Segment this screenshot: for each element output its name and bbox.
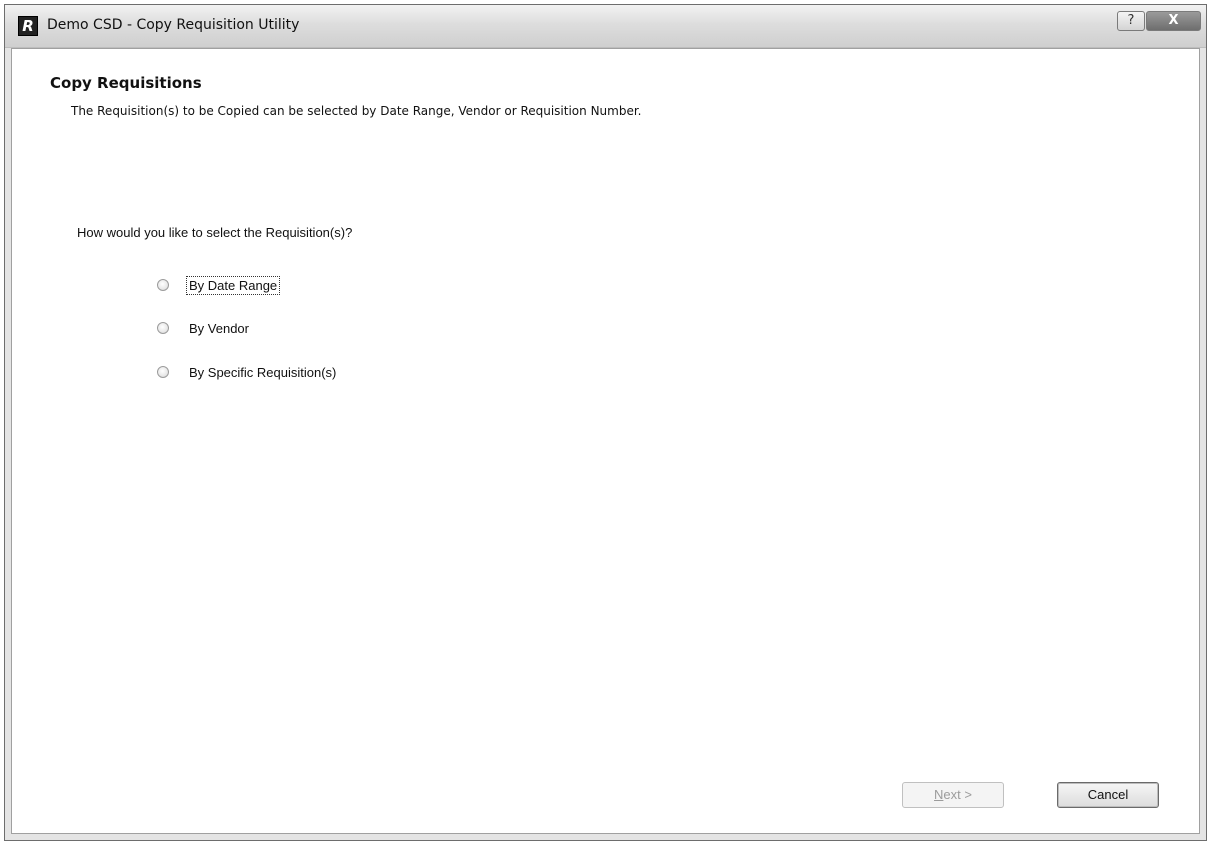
cancel-button[interactable]: Cancel — [1057, 782, 1159, 808]
radio-label-date-range[interactable]: By Date Range — [185, 275, 281, 295]
selection-question: How would you like to select the Requisi… — [77, 225, 353, 240]
radio-button-icon[interactable] — [157, 366, 169, 378]
radio-label-specific-requisitions[interactable]: By Specific Requisition(s) — [187, 364, 338, 381]
close-button[interactable]: X — [1146, 11, 1201, 31]
dialog-window: R Demo CSD - Copy Requisition Utility ? … — [4, 4, 1207, 841]
page-title: Copy Requisitions — [50, 74, 202, 92]
window-title: Demo CSD - Copy Requisition Utility — [47, 17, 300, 33]
radio-button-icon[interactable] — [157, 322, 169, 334]
radio-by-specific-requisitions[interactable]: By Specific Requisition(s) — [157, 362, 338, 382]
next-label: ext > — [943, 787, 972, 802]
radio-label-vendor[interactable]: By Vendor — [187, 320, 251, 337]
radio-by-date-range[interactable]: By Date Range — [157, 275, 281, 295]
next-button[interactable]: Next > — [902, 782, 1004, 808]
title-bar[interactable]: R Demo CSD - Copy Requisition Utility ? … — [5, 5, 1206, 48]
next-accelerator: N — [934, 787, 944, 802]
page-description: The Requisition(s) to be Copied can be s… — [71, 104, 642, 118]
radio-button-icon[interactable] — [157, 279, 169, 291]
help-button[interactable]: ? — [1117, 11, 1145, 31]
app-logo-icon: R — [18, 16, 38, 36]
radio-by-vendor[interactable]: By Vendor — [157, 318, 251, 338]
wizard-page: Copy Requisitions The Requisition(s) to … — [11, 48, 1200, 834]
